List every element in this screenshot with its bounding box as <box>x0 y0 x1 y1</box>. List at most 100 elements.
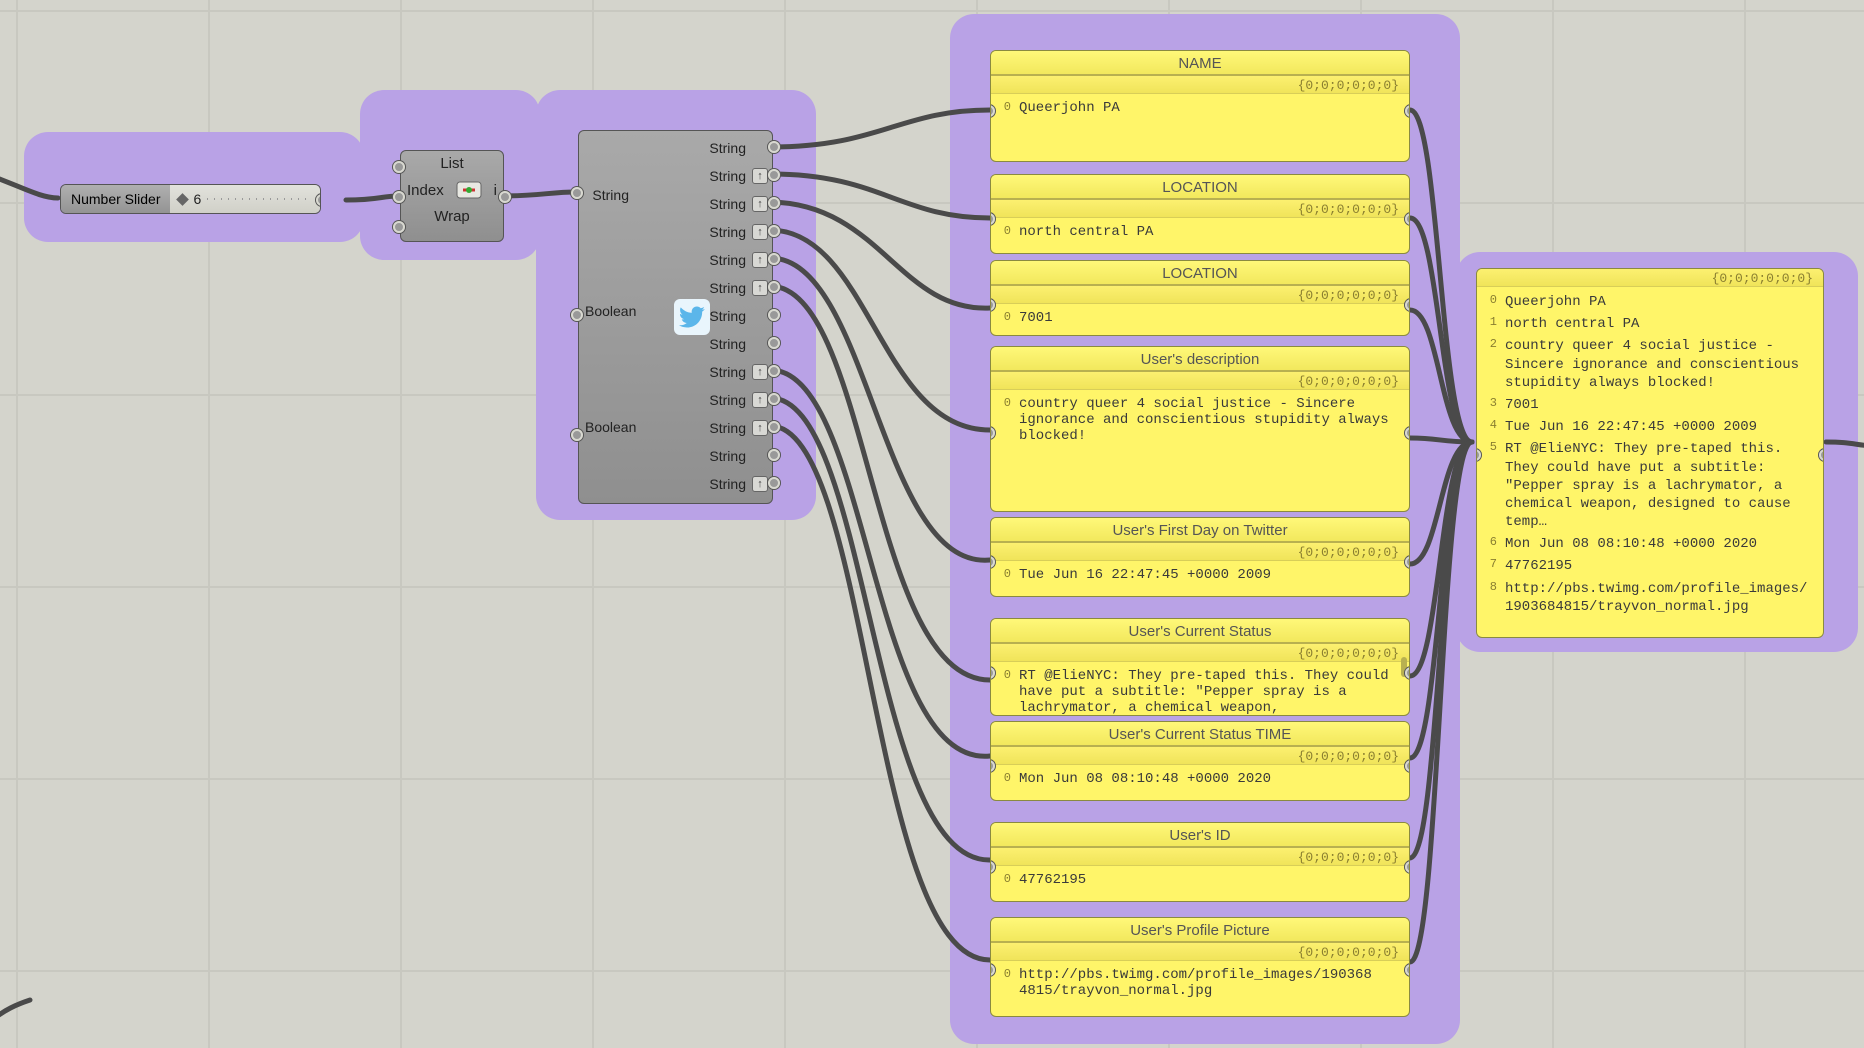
panel-first-day[interactable]: User's First Day on Twitter {0;0;0;0;0;0… <box>990 517 1410 597</box>
port-index-in[interactable] <box>393 191 405 203</box>
row-idx: 3 <box>1485 396 1497 410</box>
port-out-5[interactable] <box>768 281 780 293</box>
list-item-node[interactable]: List Index i Wrap <box>400 150 504 242</box>
panel-status-time[interactable]: User's Current Status TIME {0;0;0;0;0;0}… <box>990 721 1410 801</box>
out-2: String <box>709 196 746 212</box>
port-out[interactable] <box>1405 556 1410 568</box>
arrow-up-icon[interactable] <box>752 364 768 380</box>
panel-title: User's description <box>991 347 1409 372</box>
list-label-list: List <box>440 155 463 172</box>
port-out-8[interactable] <box>768 365 780 377</box>
slider-track[interactable]: 6 <box>170 185 320 213</box>
port-out-7[interactable] <box>768 337 780 349</box>
out-1: String <box>709 168 746 184</box>
panel-path: {0;0;0;0;0;0} <box>991 747 1409 765</box>
row-txt: country queer 4 social justice - Sincere… <box>1019 396 1401 444</box>
outputs-list: String String String String String Strin… <box>709 137 768 494</box>
slider-value: 6 <box>193 191 201 207</box>
port-out-9[interactable] <box>768 393 780 405</box>
arrow-up-icon[interactable] <box>752 392 768 408</box>
out-12: String <box>709 476 746 492</box>
arrow-up-icon[interactable] <box>752 168 768 184</box>
arrow-up-icon[interactable] <box>752 476 768 492</box>
port-out-11[interactable] <box>768 449 780 461</box>
port-out[interactable] <box>1405 105 1410 117</box>
row-txt: RT @ElieNYC: They pre-taped this. They c… <box>1505 440 1815 531</box>
port-out-3[interactable] <box>768 225 780 237</box>
row-txt: country queer 4 social justice - Sincere… <box>1505 337 1815 392</box>
panel-title: User's ID <box>991 823 1409 848</box>
out-6: String <box>709 308 746 324</box>
row-txt: Queerjohn PA <box>1019 100 1401 116</box>
port-out[interactable] <box>316 194 321 206</box>
port-out[interactable] <box>1405 964 1410 976</box>
panel-title: User's Profile Picture <box>991 918 1409 943</box>
out-0: String <box>709 140 746 156</box>
row-idx: 0 <box>1485 293 1497 307</box>
port-out-12[interactable] <box>768 477 780 489</box>
panel-title: User's Current Status <box>991 619 1409 644</box>
port-out[interactable] <box>1405 427 1410 439</box>
slider-label: Number Slider <box>61 185 170 213</box>
row-txt: http://pbs.twimg.com/profile_images/1903… <box>1019 967 1401 999</box>
arrow-up-icon[interactable] <box>752 224 768 240</box>
arrow-up-icon[interactable] <box>752 252 768 268</box>
row-idx: 2 <box>1485 337 1497 351</box>
row-idx: 0 <box>999 100 1011 114</box>
port-string-in[interactable] <box>571 187 583 199</box>
panel-user-id[interactable]: User's ID {0;0;0;0;0;0} 047762195 <box>990 822 1410 902</box>
arrow-up-icon[interactable] <box>752 280 768 296</box>
port-list-in[interactable] <box>393 161 405 173</box>
row-idx: 0 <box>999 310 1011 324</box>
port-out-6[interactable] <box>768 309 780 321</box>
row-idx: 0 <box>999 872 1011 886</box>
row-txt: Mon Jun 08 08:10:48 +0000 2020 <box>1019 771 1401 787</box>
panel-description[interactable]: User's description {0;0;0;0;0;0} 0countr… <box>990 346 1410 512</box>
port-i-out[interactable] <box>499 191 511 203</box>
port-bool1-in[interactable] <box>571 309 583 321</box>
row-idx: 0 <box>999 224 1011 238</box>
out-11: String <box>709 448 746 464</box>
port-out[interactable] <box>1405 667 1410 679</box>
panel-path: {0;0;0;0;0;0} <box>991 543 1409 561</box>
twitter-component-node[interactable]: String Boolean Boolean String String Str… <box>578 130 773 504</box>
port-out-1[interactable] <box>768 169 780 181</box>
input-boolean1-label: Boolean <box>585 303 636 319</box>
row-idx: 5 <box>1485 440 1497 454</box>
out-4: String <box>709 252 746 268</box>
row-txt: Tue Jun 16 22:47:45 +0000 2009 <box>1019 567 1401 583</box>
port-out[interactable] <box>1405 861 1410 873</box>
twitter-bird-icon <box>674 299 710 335</box>
panel-location-2[interactable]: LOCATION {0;0;0;0;0;0} 07001 <box>990 260 1410 336</box>
panel-path: {0;0;0;0;0;0} <box>991 286 1409 304</box>
panel-location[interactable]: LOCATION {0;0;0;0;0;0} 0north central PA <box>990 174 1410 254</box>
list-label-index: Index <box>407 182 444 199</box>
port-out-10[interactable] <box>768 421 780 433</box>
number-slider-node[interactable]: Number Slider 6 <box>60 184 321 214</box>
slider-ticks <box>207 198 312 200</box>
arrow-up-icon[interactable] <box>752 196 768 212</box>
port-out[interactable] <box>1405 760 1410 772</box>
combo-body: 0Queerjohn PA 1north central PA 2country… <box>1477 287 1823 626</box>
row-idx: 0 <box>999 967 1011 981</box>
panel-current-status[interactable]: User's Current Status {0;0;0;0;0;0} 0RT … <box>990 618 1410 716</box>
port-out[interactable] <box>1405 213 1410 225</box>
port-out[interactable] <box>1405 299 1410 311</box>
row-idx: 0 <box>999 668 1011 682</box>
panel-combined[interactable]: {0;0;0;0;0;0} 0Queerjohn PA 1north centr… <box>1476 268 1824 638</box>
panel-title: User's Current Status TIME <box>991 722 1409 747</box>
arrow-up-icon[interactable] <box>752 420 768 436</box>
panel-path: {0;0;0;0;0;0} <box>991 943 1409 961</box>
port-out-4[interactable] <box>768 253 780 265</box>
port-out-2[interactable] <box>768 197 780 209</box>
port-wrap-in[interactable] <box>393 221 405 233</box>
port-out-0[interactable] <box>768 141 780 153</box>
row-idx: 1 <box>1485 315 1497 329</box>
port-out[interactable] <box>1819 449 1824 461</box>
panel-profile-pic[interactable]: User's Profile Picture {0;0;0;0;0;0} 0 ht… <box>990 917 1410 1017</box>
port-bool2-in[interactable] <box>571 429 583 441</box>
row-idx: 7 <box>1485 557 1497 571</box>
panel-name[interactable]: NAME {0;0;0;0;0;0} 0Queerjohn PA <box>990 50 1410 162</box>
slider-grip-icon[interactable] <box>177 193 190 206</box>
row-txt: 7001 <box>1019 310 1401 326</box>
